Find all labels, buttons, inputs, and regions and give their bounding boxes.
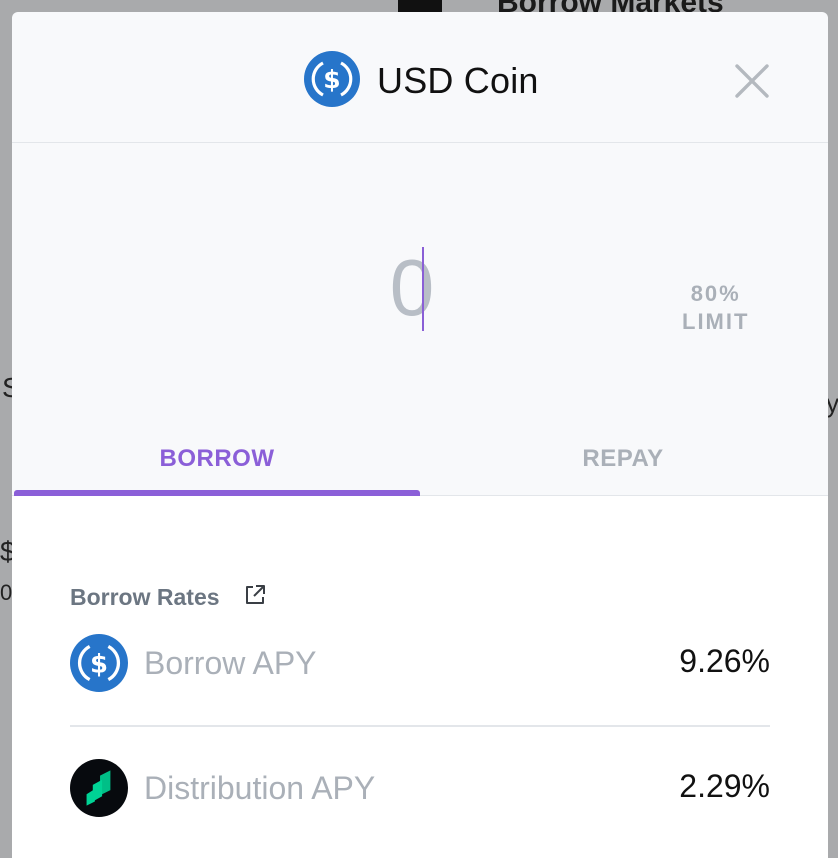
borrow-modal: $ USD Coin 80% LIMIT BORROW REPAY Borrow… [12,12,828,858]
rate-value: 9.26% [679,643,770,679]
usdc-icon: $ [304,51,360,107]
modal-title: USD Coin [377,60,539,101]
section-title: Borrow Rates [70,584,220,610]
rate-label: Borrow APY [144,645,317,681]
limit-label: LIMIT [682,309,750,334]
close-icon[interactable] [734,63,770,99]
amount-input[interactable] [352,243,472,333]
divider [70,725,770,727]
rate-value: 2.29% [679,768,770,804]
svg-text:$: $ [90,649,108,679]
tab-bar: BORROW REPAY [12,424,828,496]
limit-percent: 80% [690,281,741,306]
modal-header: $ USD Coin [12,12,828,143]
compound-icon [70,759,128,817]
background-block [398,0,442,12]
rate-row-borrow-apy: $ Borrow APY 9.26% [70,631,770,711]
rate-row-distribution-apy: Distribution APY 2.29% [70,756,770,836]
usdc-icon: $ [70,634,128,692]
rates-panel: Borrow Rates $ Borrow APY 9.26% Distribu… [12,496,828,858]
external-link-icon[interactable] [243,583,267,607]
text-caret [422,247,424,331]
limit-button[interactable]: 80% LIMIT [682,280,749,336]
rate-label: Distribution APY [144,770,376,806]
tab-borrow[interactable]: BORROW [14,424,420,496]
tab-repay[interactable]: REPAY [420,424,826,496]
svg-text:$: $ [323,65,340,94]
